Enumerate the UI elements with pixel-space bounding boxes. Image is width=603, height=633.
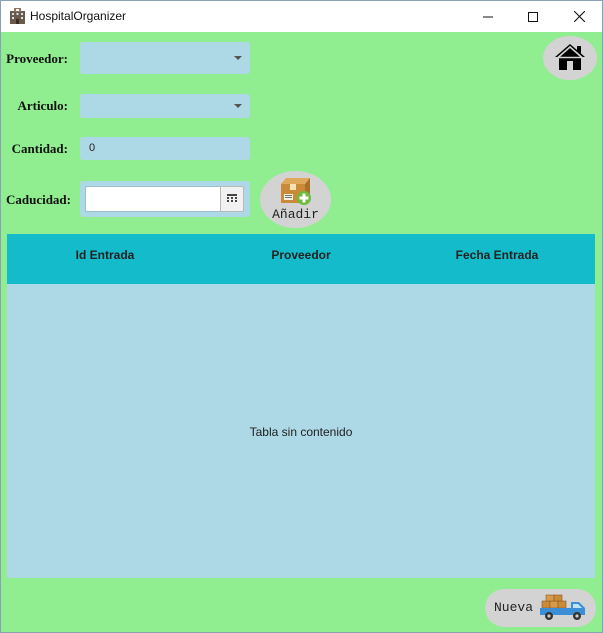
window-title: HospitalOrganizer <box>30 9 127 23</box>
caducidad-date-input[interactable] <box>85 186 220 212</box>
calendar-button[interactable] <box>220 186 244 212</box>
nueva-button[interactable]: Nueva <box>485 589 596 627</box>
chevron-down-icon <box>234 56 242 60</box>
column-header-proveedor[interactable]: Proveedor <box>203 234 399 284</box>
proveedor-combobox[interactable] <box>80 42 250 74</box>
column-header-id-entrada[interactable]: Id Entrada <box>7 234 203 284</box>
cantidad-label: Cantidad: <box>11 141 68 156</box>
articulo-combobox[interactable] <box>80 94 250 118</box>
app-window: HospitalOrganizer Proveedor: Articulo: C… <box>0 0 603 633</box>
empty-table-message: Tabla sin contenido <box>249 425 353 439</box>
hospital-building-icon <box>9 8 26 25</box>
articulo-label: Articulo: <box>17 98 68 113</box>
home-icon <box>554 43 586 76</box>
title-bar[interactable]: HospitalOrganizer <box>1 1 602 32</box>
caducidad-label: Caducidad: <box>5 192 71 207</box>
maximize-button[interactable] <box>510 1 556 32</box>
close-icon <box>573 11 585 22</box>
caducidad-datepicker <box>80 181 250 217</box>
entradas-table[interactable]: Id Entrada Proveedor Fecha Entrada Tabla… <box>7 234 595 578</box>
main-content: Proveedor: Articulo: Cantidad: 0 Caducid… <box>1 32 602 632</box>
anadir-button-label: Añadir <box>272 207 319 222</box>
table-header: Id Entrada Proveedor Fecha Entrada <box>7 234 595 284</box>
maximize-icon <box>528 11 538 22</box>
anadir-button[interactable]: Añadir <box>260 171 331 228</box>
close-button[interactable] <box>556 1 602 32</box>
chevron-down-icon <box>234 104 242 108</box>
minimize-icon <box>483 12 493 22</box>
minimize-button[interactable] <box>465 1 511 32</box>
delivery-truck-icon <box>540 594 588 627</box>
cantidad-input[interactable]: 0 <box>80 137 250 160</box>
nueva-button-label: Nueva <box>494 600 534 615</box>
calendar-icon <box>227 190 237 208</box>
column-header-fecha-entrada[interactable]: Fecha Entrada <box>399 234 595 284</box>
home-button[interactable] <box>543 36 597 80</box>
proveedor-label: Proveedor: <box>6 51 68 66</box>
